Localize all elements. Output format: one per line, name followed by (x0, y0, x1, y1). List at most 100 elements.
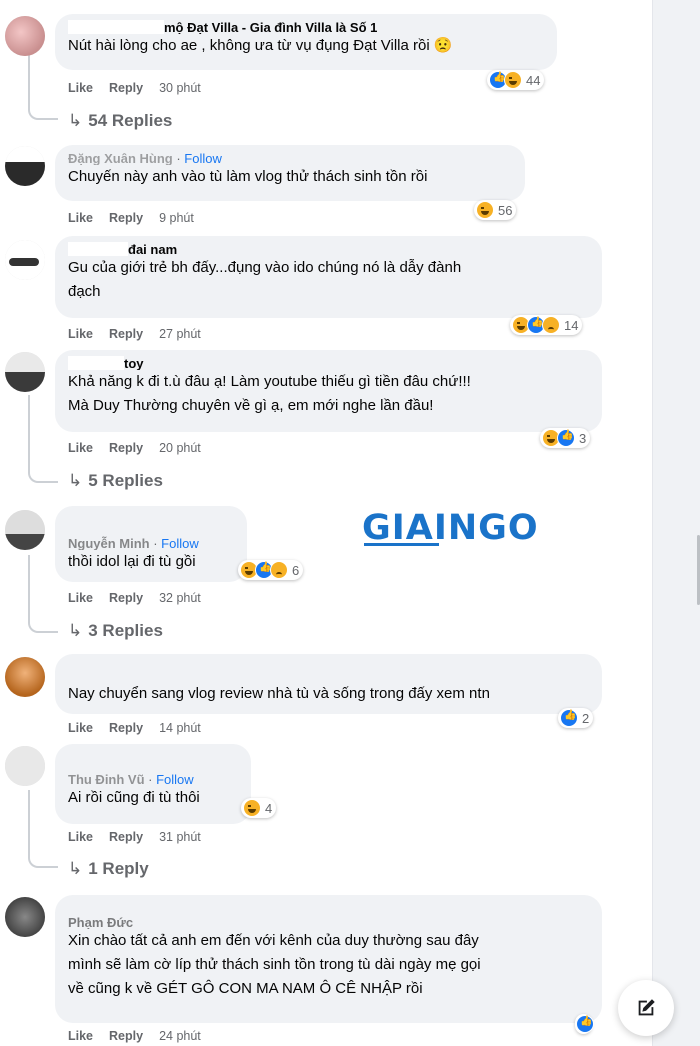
reaction-summary[interactable]: 6 (238, 560, 304, 580)
like-icon (560, 709, 578, 727)
comment-actions: Like Reply 9 phút (68, 210, 194, 226)
reply-arrow-icon: ↳ (68, 859, 83, 878)
commenter-name[interactable]: Đặng Xuân Hùng · Follow (68, 151, 513, 165)
comment-text-line3: về cũng k về GÉT GÔ CON MA NAM Ô CÊ NHẬP… (68, 980, 423, 997)
reaction-summary[interactable]: 4 (241, 798, 277, 818)
like-button[interactable]: Like (68, 591, 93, 605)
comment-bubble: Thu Đinh Vũ · Follow Ai rồi cũng đi tù t… (55, 744, 251, 824)
comment-bubble: Đặng Xuân Hùng · Follow Chuyến này anh v… (55, 145, 525, 201)
sad-icon (270, 561, 288, 579)
follow-link[interactable]: Follow (156, 772, 194, 786)
comment-time[interactable]: 20 phút (159, 441, 201, 455)
commenter-name[interactable]: Phạm Đức (68, 915, 590, 929)
reaction-summary[interactable] (575, 1014, 594, 1034)
comment-actions: Like Reply 20 phút (68, 440, 201, 456)
comment-time[interactable]: 24 phút (159, 1029, 201, 1043)
comment-actions: Like Reply 24 phút (68, 1028, 201, 1044)
comment-text-line2: đạch (68, 283, 101, 300)
reply-button[interactable]: Reply (109, 591, 143, 605)
comment-actions: Like Reply 31 phút (68, 829, 201, 845)
replies-label: 54 Replies (88, 111, 173, 130)
reply-button[interactable]: Reply (109, 211, 143, 225)
commenter-name[interactable]: mộ Đạt Villa - Gia đình Villa là Số 1 (68, 20, 545, 34)
comment-text: Nay chuyển sang vlog review nhà tù và số… (68, 685, 490, 702)
avatar[interactable] (5, 897, 45, 937)
replies-label: 3 Replies (88, 621, 163, 640)
thread-line (28, 395, 58, 483)
comment-text-line2: Mà Duy Thường chuyên về gì ạ, em mới ngh… (68, 397, 434, 414)
reply-button[interactable]: Reply (109, 81, 143, 95)
thread-line (28, 555, 58, 633)
comment-time[interactable]: 30 phút (159, 81, 201, 95)
like-button[interactable]: Like (68, 830, 93, 844)
avatar[interactable] (5, 657, 45, 697)
thread-line (28, 790, 58, 868)
reply-button[interactable]: Reply (109, 441, 143, 455)
comment-time[interactable]: 14 phút (159, 721, 201, 735)
right-panel (652, 0, 700, 1046)
reaction-count: 3 (579, 430, 587, 446)
comment-bubble: mộ Đạt Villa - Gia đình Villa là Số 1 Nú… (55, 14, 557, 70)
compose-button[interactable] (618, 980, 674, 1036)
commenter-name[interactable]: đai nam (68, 242, 590, 256)
reaction-summary[interactable]: 3 (540, 428, 591, 448)
like-button[interactable]: Like (68, 211, 93, 225)
commenter-name[interactable]: Nguyễn Minh · Follow (68, 536, 235, 550)
comment-actions: Like Reply 14 phút (68, 720, 201, 736)
commenter-name[interactable]: Thu Đinh Vũ · Follow (68, 772, 239, 786)
reaction-count: 4 (265, 800, 273, 816)
haha-icon (476, 201, 494, 219)
avatar[interactable] (5, 240, 45, 280)
comment-time[interactable]: 27 phút (159, 327, 201, 341)
reply-button[interactable]: Reply (109, 1029, 143, 1043)
comment-text: Ai rồi cũng đi tù thôi (68, 789, 200, 806)
comment-bubble: đai nam Gu của giới trẻ bh đấy...đụng và… (55, 236, 602, 318)
follow-link[interactable]: Follow (184, 151, 222, 165)
avatar[interactable] (5, 146, 45, 186)
reaction-summary[interactable]: 56 (474, 200, 517, 220)
giaingo-watermark: GIAINGO (362, 508, 539, 548)
comment-actions: Like Reply 30 phút (68, 80, 201, 96)
avatar[interactable] (5, 16, 45, 56)
reaction-count: 44 (526, 72, 541, 88)
like-button[interactable]: Like (68, 441, 93, 455)
comment-time[interactable]: 32 phút (159, 591, 201, 605)
view-replies-link[interactable]: ↳ 5 Replies (68, 470, 163, 492)
reply-button[interactable]: Reply (109, 327, 143, 341)
like-icon (576, 1015, 594, 1033)
comment-bubble: Nay chuyển sang vlog review nhà tù và số… (55, 654, 602, 714)
like-button[interactable]: Like (68, 81, 93, 95)
avatar[interactable] (5, 746, 45, 786)
follow-link[interactable]: Follow (161, 536, 199, 550)
comment-time[interactable]: 9 phút (159, 211, 194, 225)
reply-button[interactable]: Reply (109, 830, 143, 844)
reaction-summary[interactable]: 14 (510, 315, 583, 335)
like-button[interactable]: Like (68, 1029, 93, 1043)
haha-icon (243, 799, 261, 817)
like-icon (557, 429, 575, 447)
comment-text: Nút hài lòng cho ae , không ưa từ vụ đụn… (68, 37, 453, 54)
like-button[interactable]: Like (68, 721, 93, 735)
thread-line (28, 46, 58, 120)
reaction-summary[interactable]: 2 (558, 708, 594, 728)
comment-bubble: Phạm Đức Xin chào tất cả anh em đến với … (55, 895, 602, 1023)
avatar[interactable] (5, 352, 45, 392)
edit-icon (638, 999, 655, 1016)
view-replies-link[interactable]: ↳ 1 Reply (68, 858, 149, 880)
view-replies-link[interactable]: ↳ 3 Replies (68, 620, 163, 642)
commenter-name[interactable]: toy (68, 356, 590, 370)
reaction-summary[interactable]: 44 (487, 70, 545, 90)
avatar[interactable] (5, 510, 45, 550)
like-button[interactable]: Like (68, 327, 93, 341)
comment-text: Xin chào tất cả anh em đến với kênh của … (68, 932, 479, 949)
comment-text: Gu của giới trẻ bh đấy...đụng vào ido ch… (68, 259, 462, 276)
comment-actions: Like Reply 27 phút (68, 326, 201, 342)
comment-time[interactable]: 31 phút (159, 830, 201, 844)
view-replies-link[interactable]: ↳ 54 Replies (68, 110, 172, 132)
reply-arrow-icon: ↳ (68, 621, 83, 640)
sad-icon (542, 316, 560, 334)
comment-actions: Like Reply 32 phút (68, 590, 201, 606)
reply-button[interactable]: Reply (109, 721, 143, 735)
comments-page: mộ Đạt Villa - Gia đình Villa là Số 1 Nú… (0, 0, 700, 1046)
replies-label: 5 Replies (88, 471, 163, 490)
